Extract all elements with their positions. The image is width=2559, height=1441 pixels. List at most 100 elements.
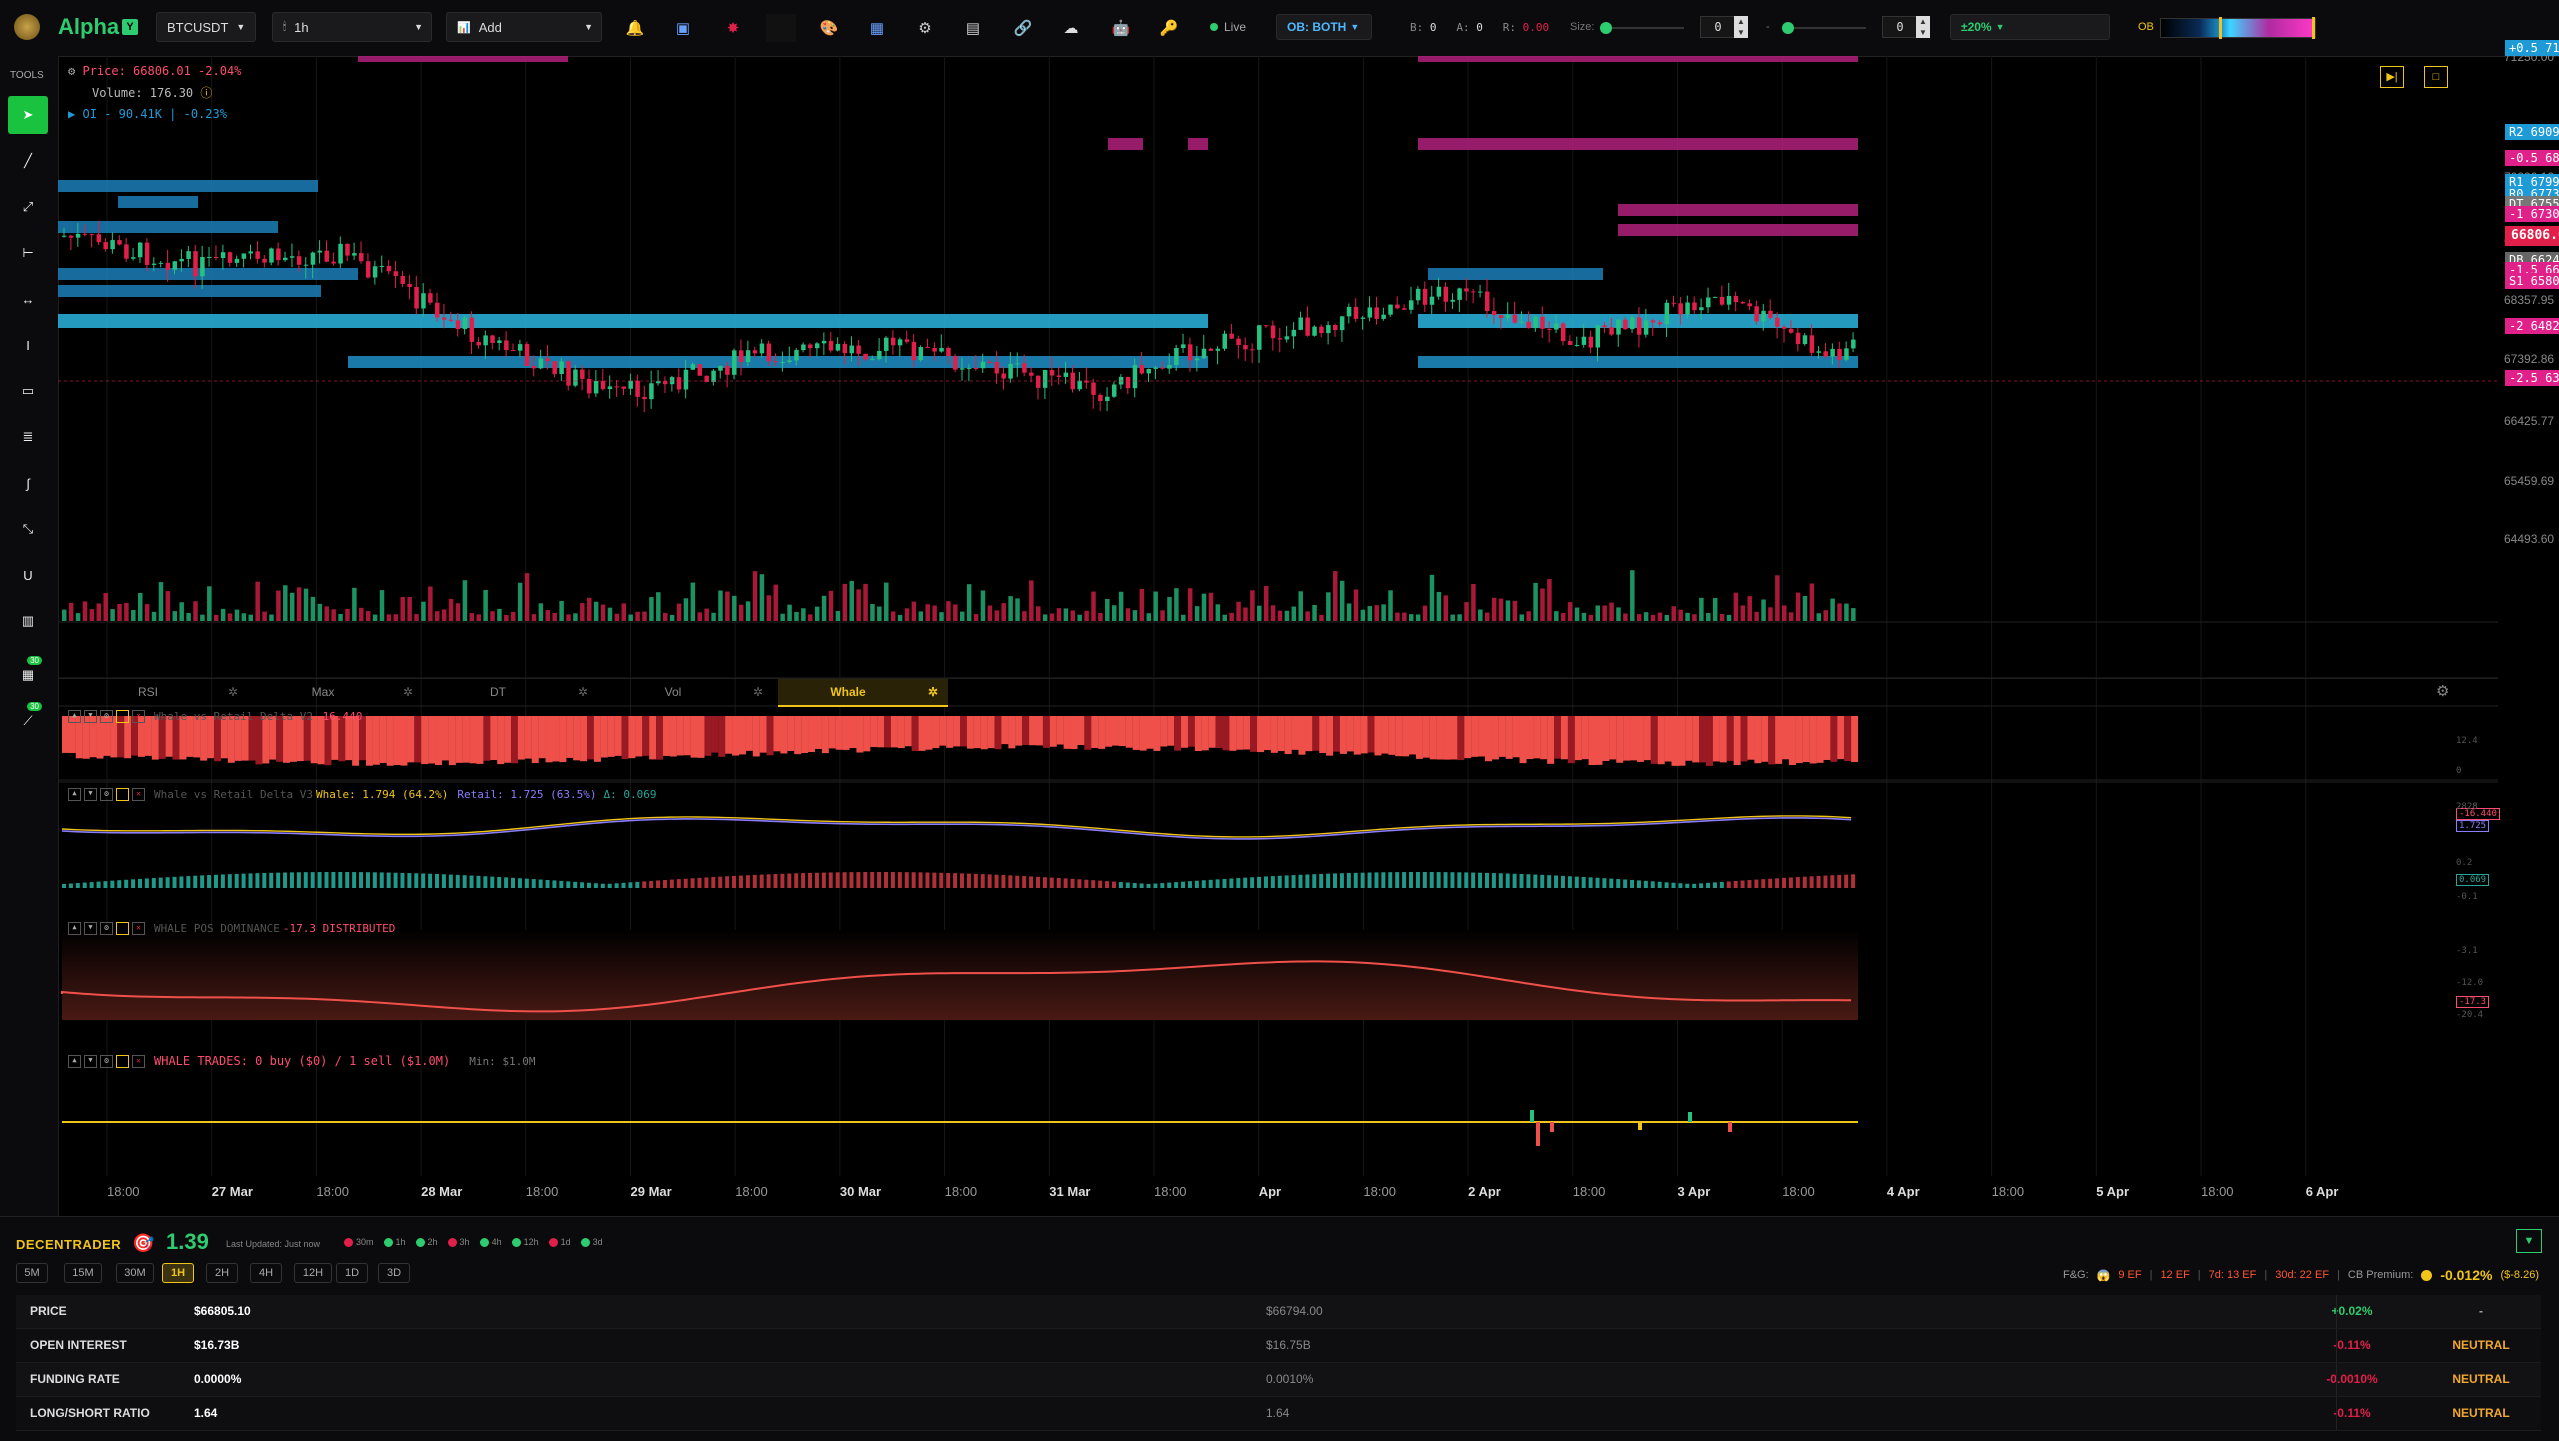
slider-handle[interactable]	[2312, 17, 2315, 39]
spark-icon[interactable]: ✸	[718, 14, 748, 42]
close-icon[interactable]: ✕	[132, 788, 145, 801]
rectangle-tool-icon[interactable]: ▭	[8, 372, 48, 410]
indicator-tab-whale[interactable]: Whale ✲	[778, 679, 948, 707]
cloud-icon[interactable]: ☁	[1056, 14, 1086, 42]
gear-icon[interactable]: ⚙	[68, 64, 75, 78]
info-icon[interactable]: ⓘ	[200, 86, 212, 100]
move-down-icon[interactable]: ▼	[84, 710, 97, 723]
alert-bell-icon[interactable]: 🔔	[620, 14, 650, 42]
gear-icon[interactable]: ⚙	[2436, 682, 2449, 700]
layout-icon[interactable]: ▣	[668, 14, 698, 42]
candle-body	[365, 261, 371, 278]
chart-canvas[interactable]	[58, 56, 2559, 1216]
indicator-tab-dt[interactable]: DT ✲	[428, 679, 598, 705]
asterisk-icon[interactable]: ✲	[578, 685, 588, 699]
stepper-icon[interactable]: ▲ ▼	[1734, 16, 1748, 38]
delta-histogram-bar	[1574, 876, 1579, 888]
timeframe-button-1h[interactable]: 1H	[162, 1263, 194, 1283]
indicator-tab-vol[interactable]: Vol ✲	[603, 679, 773, 705]
candle-body	[1650, 320, 1656, 323]
cursor-tool-icon[interactable]: ➤	[8, 96, 48, 134]
measure-tool-icon[interactable]: ⤡	[8, 510, 48, 548]
move-down-icon[interactable]: ▼	[84, 922, 97, 935]
slider-handle[interactable]	[2219, 17, 2222, 39]
slider-handle[interactable]	[1600, 22, 1612, 34]
vertical-line-icon[interactable]: I	[8, 326, 48, 364]
asterisk-icon[interactable]: ✲	[403, 685, 413, 699]
asterisk-icon[interactable]: ✲	[753, 685, 763, 699]
live-indicator[interactable]: Live	[1210, 20, 1246, 34]
timeframe-button-12h[interactable]: 12H	[294, 1263, 332, 1283]
asterisk-icon[interactable]: ✲	[228, 685, 238, 699]
indicator-tab-rsi[interactable]: RSI ✲	[78, 679, 248, 705]
timeframe-button-3d[interactable]: 3D	[378, 1263, 410, 1283]
chart-tool-icon[interactable]: ⟋ 30	[8, 702, 48, 740]
settings-icon[interactable]: ⚙	[100, 922, 113, 935]
ray-tool-icon[interactable]: ⤢	[8, 188, 48, 226]
fullscreen-icon[interactable]: □	[2424, 66, 2448, 88]
slider-handle[interactable]	[1782, 22, 1794, 34]
move-down-icon[interactable]: ▼	[84, 788, 97, 801]
chart-area[interactable]: ⚙ Price: 66806.01 -2.04% Volume: 176.30 …	[58, 40, 2559, 1216]
square-icon[interactable]	[116, 1054, 129, 1068]
move-up-icon[interactable]: ▲	[68, 710, 81, 723]
delta-histogram-bar	[1533, 874, 1538, 888]
size-slider-2[interactable]	[1782, 22, 1866, 34]
timeframe-button-30m[interactable]: 30M	[116, 1263, 154, 1283]
timeframe-button-5m[interactable]: 5M	[16, 1263, 48, 1283]
robot-icon[interactable]: 🤖	[1106, 14, 1136, 42]
delta-histogram-bar	[600, 883, 605, 888]
square-icon[interactable]	[116, 788, 129, 801]
volume-bar	[1174, 588, 1179, 621]
collapse-button[interactable]: ▼	[2516, 1229, 2542, 1253]
size-input-1[interactable]: 0	[1700, 16, 1736, 38]
play-icon[interactable]: ▶	[68, 107, 75, 121]
asterisk-icon[interactable]: ✲	[928, 685, 938, 699]
close-icon[interactable]: ✕	[132, 1054, 145, 1068]
timeframe-button-4h[interactable]: 4H	[250, 1263, 282, 1283]
move-up-icon[interactable]: ▲	[68, 788, 81, 801]
move-up-icon[interactable]: ▲	[68, 922, 81, 935]
timeframe-button-2h[interactable]: 2H	[206, 1263, 238, 1283]
ob-mode-select[interactable]: OB: BOTH ▼	[1276, 14, 1372, 40]
settings-icon[interactable]: ⚙	[100, 1054, 113, 1068]
move-up-icon[interactable]: ▲	[68, 1054, 81, 1068]
indicator-stack-icon[interactable]: ▦ 30	[8, 656, 48, 694]
timeframe-button-15m[interactable]: 15M	[64, 1263, 102, 1283]
volume-bar	[531, 614, 537, 621]
blank-tool-icon[interactable]	[766, 14, 796, 42]
fib-tool-icon[interactable]: ≣	[8, 418, 48, 456]
size-slider-1[interactable]	[1600, 22, 1684, 34]
symbol-select[interactable]: BTCUSDT ▼	[156, 12, 256, 42]
ob-gradient-slider[interactable]	[2160, 17, 2316, 39]
key-icon[interactable]: 🔑	[1154, 14, 1184, 42]
range-select[interactable]: ±20% ▼	[1950, 14, 2110, 40]
skip-to-end-icon[interactable]: ▶|	[2380, 66, 2404, 88]
volume-profile-icon[interactable]: ▥	[8, 602, 48, 640]
extended-line-icon[interactable]: ↔	[8, 280, 48, 318]
line-tool-icon[interactable]: ╱	[8, 142, 48, 180]
interval-select[interactable]: 🕯 1h ▼	[272, 12, 432, 42]
palette-icon[interactable]: 🎨	[814, 14, 844, 42]
timeframe-button-1d[interactable]: 1D	[336, 1263, 368, 1283]
close-icon[interactable]: ✕	[132, 922, 145, 935]
stepper-icon[interactable]: ▲ ▼	[1916, 16, 1930, 38]
square-icon[interactable]	[116, 922, 129, 935]
settings-icon[interactable]: ⚙	[100, 710, 113, 723]
settings-icon[interactable]: ⚙	[100, 788, 113, 801]
volume-bar	[476, 614, 481, 621]
horizontal-line-icon[interactable]: ⊢	[8, 234, 48, 272]
move-down-icon[interactable]: ▼	[84, 1054, 97, 1068]
calendar-icon[interactable]: ▦	[862, 14, 892, 42]
link-icon[interactable]: 🔗	[1008, 14, 1038, 42]
size-input-2[interactable]: 0	[1882, 16, 1918, 38]
square-icon[interactable]	[116, 710, 129, 723]
curve-tool-icon[interactable]: ∫	[8, 464, 48, 502]
delta-histogram-bar	[1699, 883, 1704, 888]
gear-icon[interactable]: ⚙	[910, 14, 940, 42]
folder-icon[interactable]: ▤	[958, 14, 988, 42]
add-indicator-select[interactable]: 📊 Add ▼	[446, 12, 602, 42]
magnet-icon[interactable]: U	[8, 556, 48, 594]
close-icon[interactable]: ✕	[132, 710, 145, 723]
indicator-tab-max[interactable]: Max ✲	[253, 679, 423, 705]
